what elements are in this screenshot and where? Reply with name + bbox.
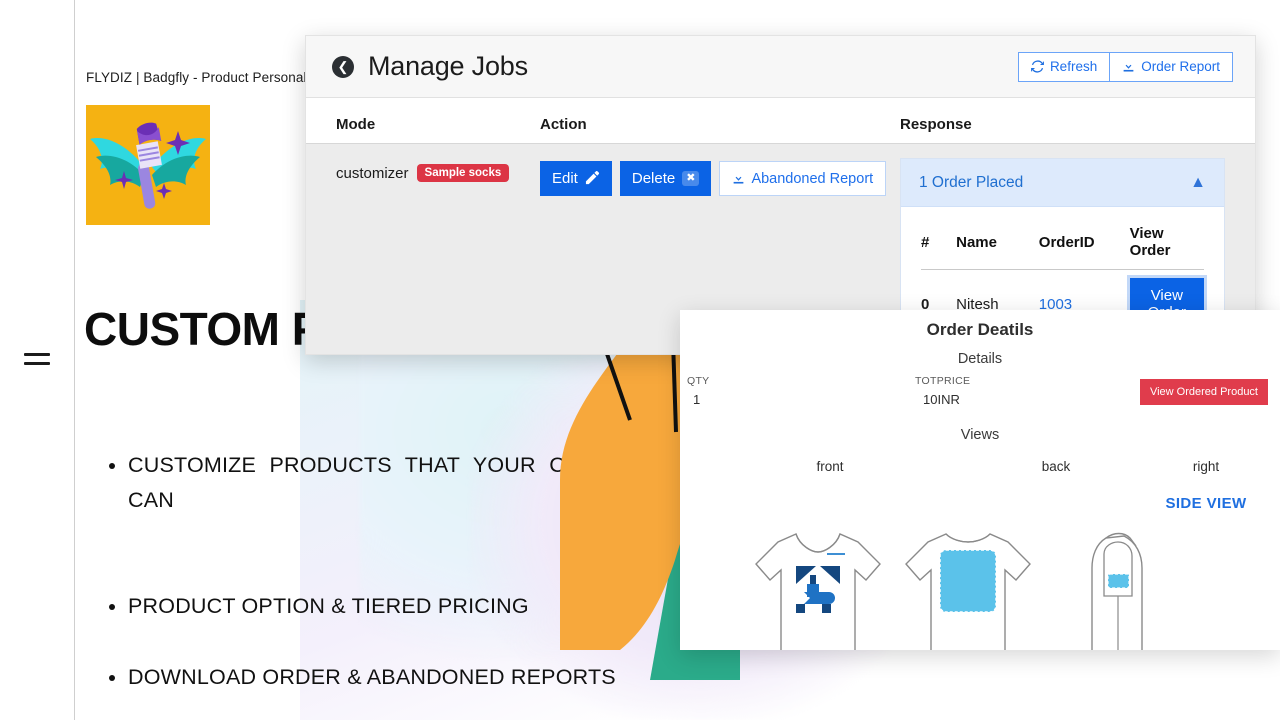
details-heading: Details <box>957 351 1003 367</box>
column-header-orderid: OrderID <box>1038 217 1130 270</box>
slide-canvas: FLYDIZ | Badgfly - Product Personalizer <box>0 0 1280 720</box>
column-header-response: Response <box>900 116 972 133</box>
edit-button[interactable]: Edit <box>540 161 612 196</box>
column-header-action: Action <box>540 116 587 133</box>
view-label-right: right <box>1192 459 1220 474</box>
view-ordered-product-button[interactable]: View Ordered Product <box>1139 379 1268 405</box>
view-label-front: front <box>816 459 844 474</box>
view-column-back: back <box>980 459 1132 512</box>
action-cell: Edit Delete ✖ Abandoned Report <box>540 156 900 196</box>
tshirt-front-with-design[interactable] <box>748 522 888 650</box>
view-column-front: front <box>680 459 980 512</box>
accordion-title: 1 Order Placed <box>919 173 1024 191</box>
pencil-square-icon <box>585 171 599 185</box>
abandoned-report-label: Abandoned Report <box>751 170 874 187</box>
chevron-up-icon[interactable]: ▲ <box>1190 174 1206 192</box>
refresh-button[interactable]: Refresh <box>1017 51 1110 82</box>
column-header-index: # <box>921 217 957 270</box>
view-column-right: right SIDE VIEW <box>1132 459 1280 512</box>
tshirt-back-with-blue-area[interactable] <box>898 522 1038 650</box>
column-header-mode: Mode <box>336 116 376 133</box>
view-labels-row: front back right SIDE VIEW <box>680 459 1280 512</box>
qty-value: 1 <box>693 392 701 407</box>
download-icon <box>734 172 744 184</box>
hamburger-menu-icon[interactable] <box>24 348 50 370</box>
side-view-label: SIDE VIEW <box>1165 495 1247 512</box>
mode-cell: customizer Sample socks <box>336 156 540 182</box>
hamburger-line <box>24 353 50 356</box>
header-actions: Refresh Order Report <box>1017 51 1233 82</box>
delete-label: Delete <box>631 170 676 187</box>
qty-field: QTY 1 <box>687 375 710 407</box>
tshirt-side-with-blue-area[interactable] <box>1080 522 1160 650</box>
shirt-previews <box>680 522 1280 650</box>
back-arrow-icon[interactable]: ❮ <box>332 55 354 78</box>
qty-label: QTY <box>687 375 710 387</box>
paintbrush-wings-logo-icon <box>90 122 206 209</box>
hamburger-line <box>24 362 50 365</box>
totprice-label: TOTPRICE <box>915 375 971 387</box>
column-header-view-order: View Order <box>1129 217 1204 270</box>
totprice-value: 10INR <box>923 392 960 407</box>
brand-logo <box>86 105 210 225</box>
column-header-name: Name <box>956 217 1039 270</box>
orders-table-header: # Name OrderID View Order <box>921 217 1204 270</box>
refresh-icon <box>1031 60 1044 73</box>
accordion-header[interactable]: 1 Order Placed ▲ <box>901 159 1224 207</box>
delete-button[interactable]: Delete ✖ <box>619 161 712 196</box>
download-icon <box>1123 60 1134 72</box>
mode-name: customizer <box>336 164 409 182</box>
order-details-panel: Order Deatils Details QTY 1 TOTPRICE 10I… <box>680 310 1280 650</box>
brand-title: FLYDIZ | Badgfly - Product Personalizer <box>86 70 329 85</box>
totprice-field: TOTPRICE 10INR <box>915 375 970 407</box>
x-square-icon: ✖ <box>682 170 700 187</box>
order-details-fields: QTY 1 TOTPRICE 10INR View Ordered Produc… <box>680 371 1280 427</box>
view-label-back: back <box>1041 459 1071 474</box>
order-report-button[interactable]: Order Report <box>1109 51 1233 82</box>
left-sidebar-rail <box>0 0 75 720</box>
manage-jobs-panel: ❮ Manage Jobs Refresh Order Report Mode … <box>305 35 1256 355</box>
views-heading: Views <box>960 427 1000 443</box>
abandoned-report-button[interactable]: Abandoned Report <box>719 161 887 196</box>
status-badge: Sample socks <box>416 164 510 182</box>
order-details-title: Order Deatils <box>926 320 1034 339</box>
order-report-label: Order Report <box>1141 59 1220 74</box>
edit-label: Edit <box>552 170 578 187</box>
table-header-row: Mode Action Response <box>306 98 1255 144</box>
refresh-label: Refresh <box>1049 59 1098 74</box>
page-title: Manage Jobs <box>368 51 528 81</box>
manage-jobs-header: ❮ Manage Jobs Refresh Order Report <box>306 36 1255 98</box>
